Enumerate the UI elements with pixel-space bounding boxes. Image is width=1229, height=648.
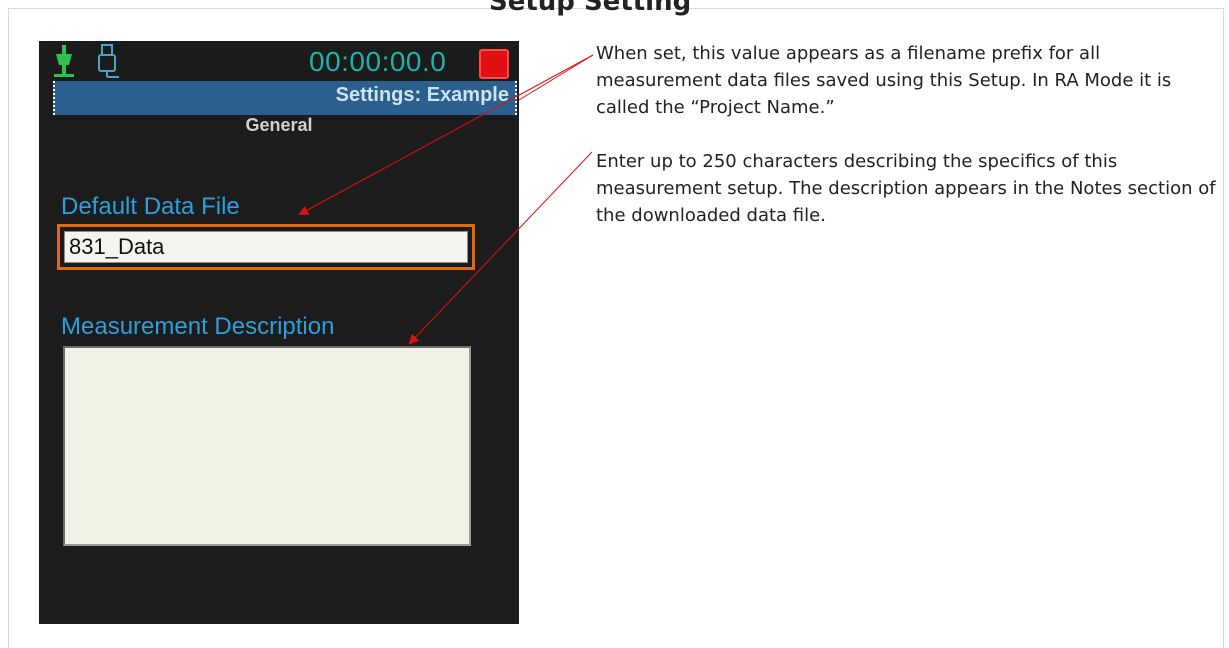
annotation-measurement-description: Enter up to 250 characters describing th… [596,151,1216,226]
elapsed-time: 00:00:00.0 [309,46,447,77]
settings-title-bar: Settings: Example [53,81,517,115]
usb-icon [98,44,119,78]
device-screen: 00:00:00.0 Settings: Example General Def… [39,41,519,624]
measurement-description-input[interactable] [63,346,471,546]
default-data-file-input[interactable]: 831_Data [64,231,468,263]
settings-title: Settings: Example [335,84,509,106]
annotation-default-data-file: When set, this value appears as a filena… [596,43,1172,118]
default-data-file-focus: 831_Data [57,224,475,270]
status-bar: 00:00:00.0 [39,41,519,81]
stop-record-icon[interactable] [479,49,509,79]
power-plug-icon [54,45,74,77]
page-heading: Setup Setting [489,0,692,17]
measurement-description-label: Measurement Description [61,313,335,340]
default-data-file-label: Default Data File [61,193,240,220]
tab-general[interactable]: General [39,115,519,136]
